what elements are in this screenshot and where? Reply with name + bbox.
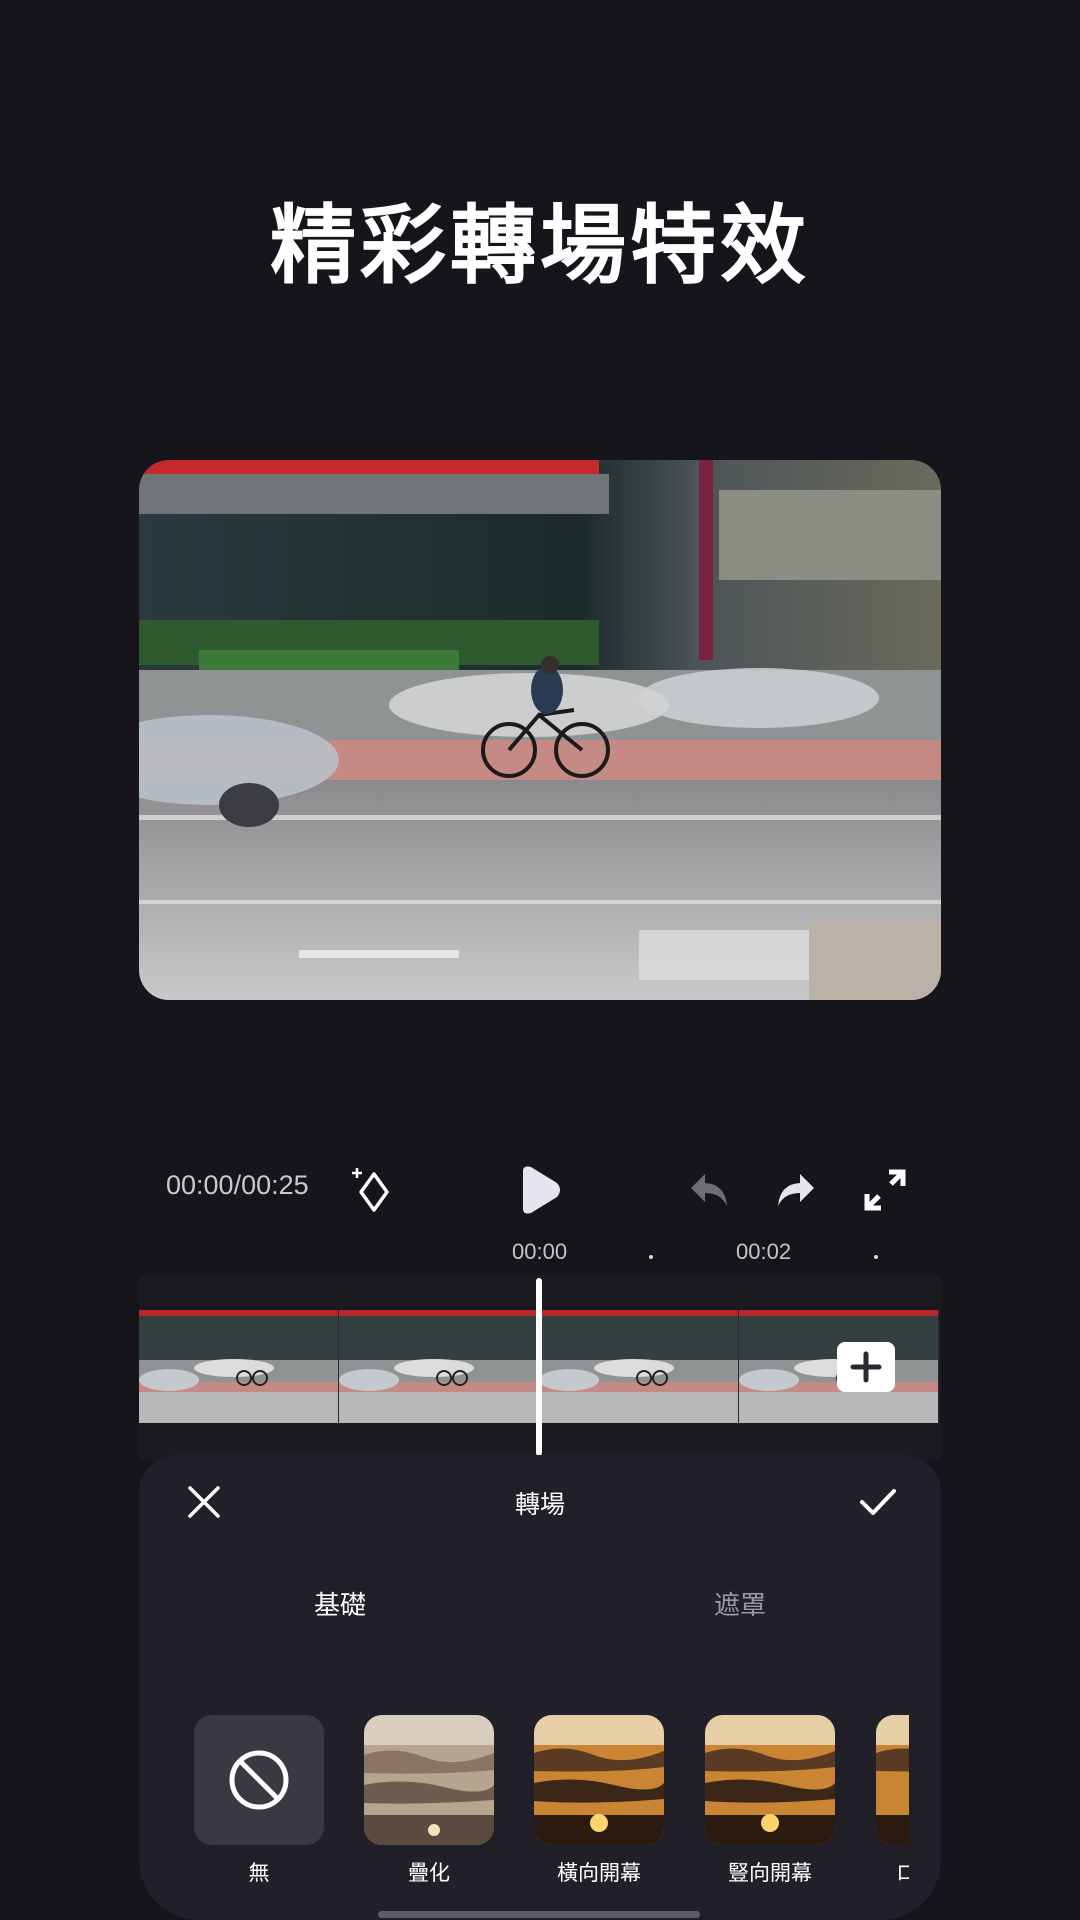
- playhead[interactable]: [536, 1278, 542, 1456]
- play-icon[interactable]: [505, 1155, 575, 1225]
- clip-frame: [539, 1310, 739, 1423]
- effect-label: 橫向開幕: [557, 1861, 641, 1885]
- effect-vertical-open[interactable]: 豎向開幕: [705, 1715, 835, 1887]
- effect-label: 無: [248, 1861, 270, 1885]
- check-icon[interactable]: [853, 1477, 903, 1527]
- clip-frame: [139, 1310, 339, 1423]
- effect-thumb: [876, 1715, 909, 1845]
- ruler-tick: 00:00: [512, 1239, 568, 1264]
- effect-thumb: [364, 1715, 494, 1845]
- tab-basic[interactable]: 基礎: [314, 1585, 366, 1622]
- effect-label: 疊化: [408, 1861, 450, 1885]
- tab-mask[interactable]: 遮罩: [714, 1585, 766, 1622]
- add-icon[interactable]: [837, 1342, 895, 1392]
- home-indicator[interactable]: [378, 1911, 700, 1918]
- timeline-ruler: 00:00 00:02: [139, 1235, 941, 1275]
- ruler-dot: [874, 1255, 878, 1259]
- transition-sheet: 轉場 基礎 遮罩 無 疊化 橫向開幕 豎向開幕 ロ: [139, 1455, 941, 1920]
- effect-dissolve[interactable]: 疊化: [364, 1715, 494, 1887]
- effect-label: ロ: [896, 1861, 909, 1885]
- ruler-tick: 00:02: [736, 1239, 792, 1264]
- editor-screen: 00:00/00:25 00:00 00:02 轉場 基礎 遮罩 無 疊化 橫向…: [139, 460, 941, 1920]
- ruler-dot: [649, 1255, 653, 1259]
- playback-controls: 00:00/00:25: [139, 1140, 941, 1240]
- effect-thumb: [194, 1715, 324, 1845]
- prohibited-icon: [229, 1750, 289, 1810]
- effect-thumb: [534, 1715, 664, 1845]
- timecode: 00:00/00:25: [166, 1170, 309, 1200]
- clip-frame: [339, 1310, 539, 1423]
- effect-horizontal-open[interactable]: 橫向開幕: [534, 1715, 664, 1887]
- redo-icon[interactable]: [761, 1155, 831, 1225]
- transition-effects-list: 無 疊化 橫向開幕 豎向開幕 ロ: [139, 1715, 909, 1895]
- effect-none[interactable]: 無: [194, 1715, 324, 1887]
- undo-icon[interactable]: [674, 1155, 744, 1225]
- sheet-title: 轉場: [514, 1490, 565, 1519]
- promo-title: 精彩轉場特效: [270, 196, 810, 296]
- video-preview[interactable]: [139, 460, 941, 1000]
- effect-thumb: [705, 1715, 835, 1845]
- fullscreen-icon[interactable]: [850, 1155, 920, 1225]
- keyframe-add-icon[interactable]: [339, 1155, 409, 1225]
- effect-partial[interactable]: ロ: [876, 1715, 909, 1887]
- effect-label: 豎向開幕: [728, 1861, 812, 1885]
